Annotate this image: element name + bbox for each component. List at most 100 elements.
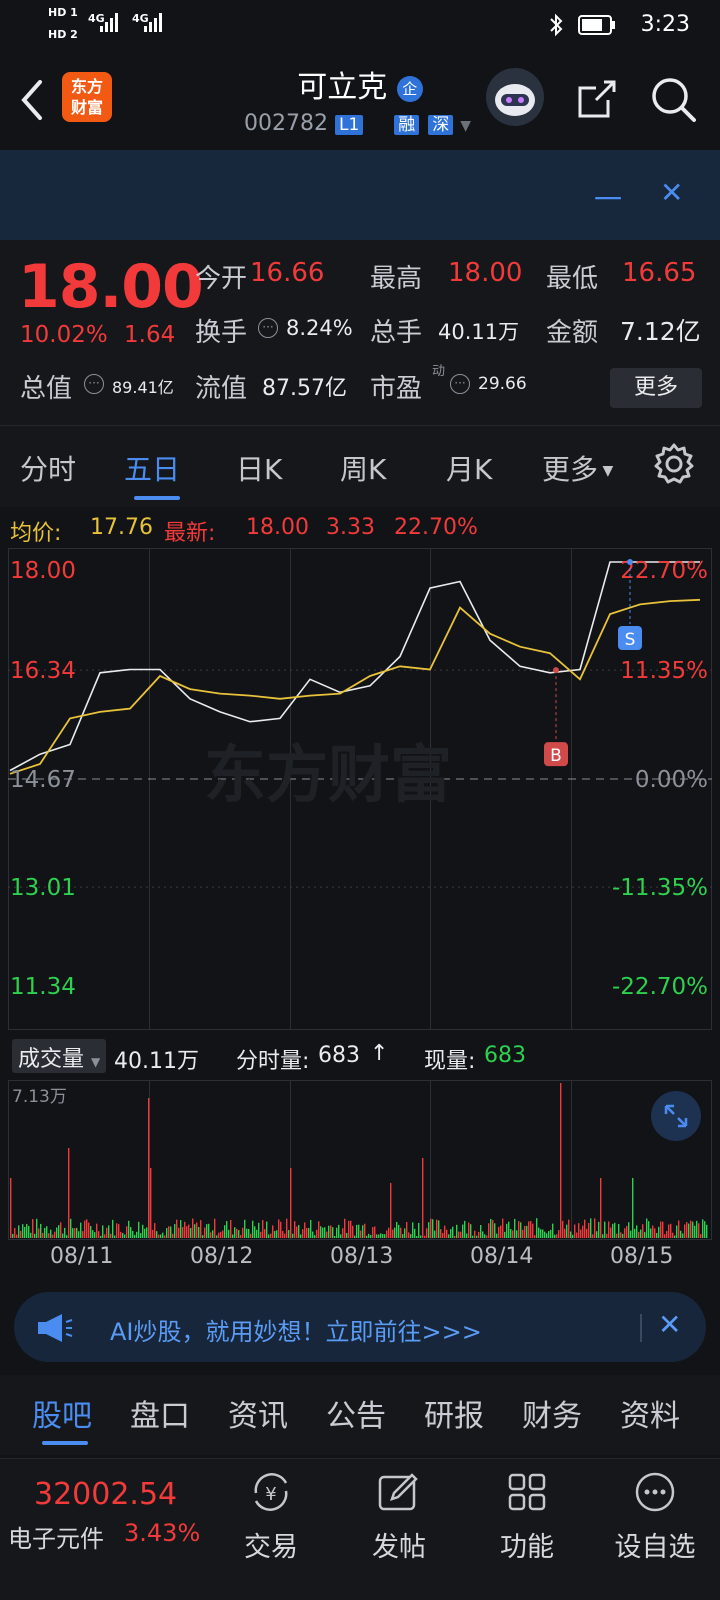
volume-bar: [218, 1232, 220, 1238]
edit-icon: [378, 1473, 418, 1511]
volume-bar: [298, 1225, 300, 1238]
search-icon[interactable]: [650, 76, 698, 124]
expand-button[interactable]: [651, 1091, 701, 1141]
volume-bar: [360, 1230, 362, 1238]
volume-bar: [690, 1220, 692, 1238]
volume-bar: [592, 1234, 594, 1238]
volume-bar: [702, 1219, 704, 1238]
volume-bar: [236, 1228, 238, 1238]
volume-bar: [60, 1222, 62, 1238]
volume-bar: [384, 1234, 386, 1238]
share-icon[interactable]: [574, 76, 620, 122]
post-button[interactable]: 发帖: [344, 1469, 454, 1564]
volume-bar: [560, 1083, 562, 1238]
info-icon[interactable]: ···: [450, 374, 470, 394]
volume-bar: [576, 1232, 578, 1238]
volume-bar: [492, 1220, 494, 1238]
trade-button[interactable]: ¥ 交易: [216, 1469, 326, 1564]
content-tabs: 股吧 盘口 资讯 公告 研报 财务 资料: [0, 1375, 720, 1455]
sector-index[interactable]: 32002.54 电子元件 3.43%: [0, 1459, 210, 1559]
volume-bar: [12, 1233, 14, 1238]
tab-news[interactable]: 资讯: [228, 1391, 288, 1435]
volume-bar: [446, 1229, 448, 1238]
add-watchlist-button[interactable]: 设自选: [600, 1469, 710, 1564]
tab-more[interactable]: 更多 ▼: [542, 448, 613, 488]
dropdown-icon[interactable]: ▼: [460, 118, 471, 134]
info-icon[interactable]: ···: [84, 374, 104, 394]
volume-bar: [540, 1229, 542, 1238]
volume-bar: [660, 1221, 662, 1238]
tab-finance[interactable]: 财务: [522, 1391, 582, 1435]
volume-bar: [374, 1226, 376, 1238]
mcap-label: 总值: [20, 374, 73, 404]
function-button[interactable]: 功能: [472, 1469, 582, 1564]
tab-five-day[interactable]: 五日: [124, 448, 180, 488]
volume-bar: [36, 1218, 38, 1238]
more-button[interactable]: 更多: [610, 368, 702, 408]
volume-bar: [154, 1223, 156, 1238]
volume-bar: [356, 1224, 358, 1238]
tab-profile[interactable]: 资料: [620, 1391, 680, 1435]
volume-bar: [270, 1233, 272, 1238]
volume-bar: [168, 1226, 170, 1238]
volume-bar: [408, 1232, 410, 1238]
volume-bar: [372, 1227, 374, 1238]
volume-bar: [666, 1231, 668, 1238]
settings-gear-icon[interactable]: [652, 442, 696, 486]
tab-weekly-k[interactable]: 周K: [340, 448, 386, 488]
ai-banner-text[interactable]: AI炒股，就用妙想！立即前往>>>: [110, 1312, 482, 1347]
tab-forum[interactable]: 股吧: [32, 1391, 92, 1435]
volume-bar: [146, 1227, 148, 1238]
latest-change: 3.33: [326, 515, 375, 540]
tab-announcements[interactable]: 公告: [326, 1391, 386, 1435]
volume-bar: [214, 1218, 216, 1238]
low-label: 最低: [546, 264, 599, 294]
info-icon[interactable]: ···: [258, 318, 278, 338]
volume-bar: [436, 1219, 438, 1238]
close-icon[interactable]: ✕: [660, 176, 683, 209]
ai-banner[interactable]: AI炒股，就用妙想！立即前往>>> ✕: [14, 1292, 706, 1362]
stock-name: 可立克: [297, 70, 388, 105]
volume-bar: [488, 1223, 490, 1238]
watchlist-label: 设自选: [614, 1532, 696, 1563]
volume-bar: [578, 1223, 580, 1238]
tick-volume-value: 683: [318, 1043, 360, 1068]
amount-value: 7.12亿: [620, 317, 701, 346]
volume-bar: [510, 1229, 512, 1238]
volume-bar: [156, 1231, 158, 1238]
status-bar: HD 1 HD 2 4G 4G 3:23: [0, 0, 720, 50]
tab-intraday[interactable]: 分时: [20, 448, 76, 488]
close-icon[interactable]: ✕: [658, 1308, 681, 1341]
volume-bar: [640, 1229, 642, 1238]
volume-bar: [148, 1098, 150, 1238]
volume-bar: [280, 1221, 282, 1238]
tab-monthly-k[interactable]: 月K: [446, 448, 492, 488]
volume-bar: [234, 1227, 236, 1238]
tab-orderbook[interactable]: 盘口: [130, 1391, 190, 1435]
volume-bar: [564, 1228, 566, 1238]
volume-bar: [404, 1228, 406, 1238]
volume-bar: [402, 1234, 404, 1238]
tab-research[interactable]: 研报: [424, 1391, 484, 1435]
y-tick-left: 18.00: [10, 558, 76, 584]
five-day-price-chart[interactable]: 东方财富 18.00 22.70% 16.34 11.35% 14.67 0.00% 13.…: [8, 548, 712, 1030]
volume-bar: [470, 1224, 472, 1238]
tab-daily-k[interactable]: 日K: [236, 448, 282, 488]
volume-bar: [30, 1232, 32, 1238]
notice-banner[interactable]: 一 ✕: [0, 150, 720, 240]
volume-bar: [494, 1223, 496, 1238]
volume-bar: [284, 1233, 286, 1238]
volume-bar: [642, 1224, 644, 1238]
volume-selector[interactable]: 成交量 ▼: [12, 1039, 107, 1073]
volume-chart[interactable]: 7.13万: [8, 1080, 712, 1240]
volume-bar: [418, 1222, 420, 1238]
volume-bar: [656, 1232, 658, 1238]
ai-assistant-avatar[interactable]: [486, 68, 544, 126]
volume-bar: [698, 1223, 700, 1238]
volume-bar: [514, 1218, 516, 1238]
volume-bar: [224, 1225, 226, 1238]
volume-bar: [296, 1226, 298, 1238]
volume-bar: [16, 1234, 18, 1238]
volume-bar: [76, 1227, 78, 1238]
volume-bar: [14, 1228, 16, 1238]
